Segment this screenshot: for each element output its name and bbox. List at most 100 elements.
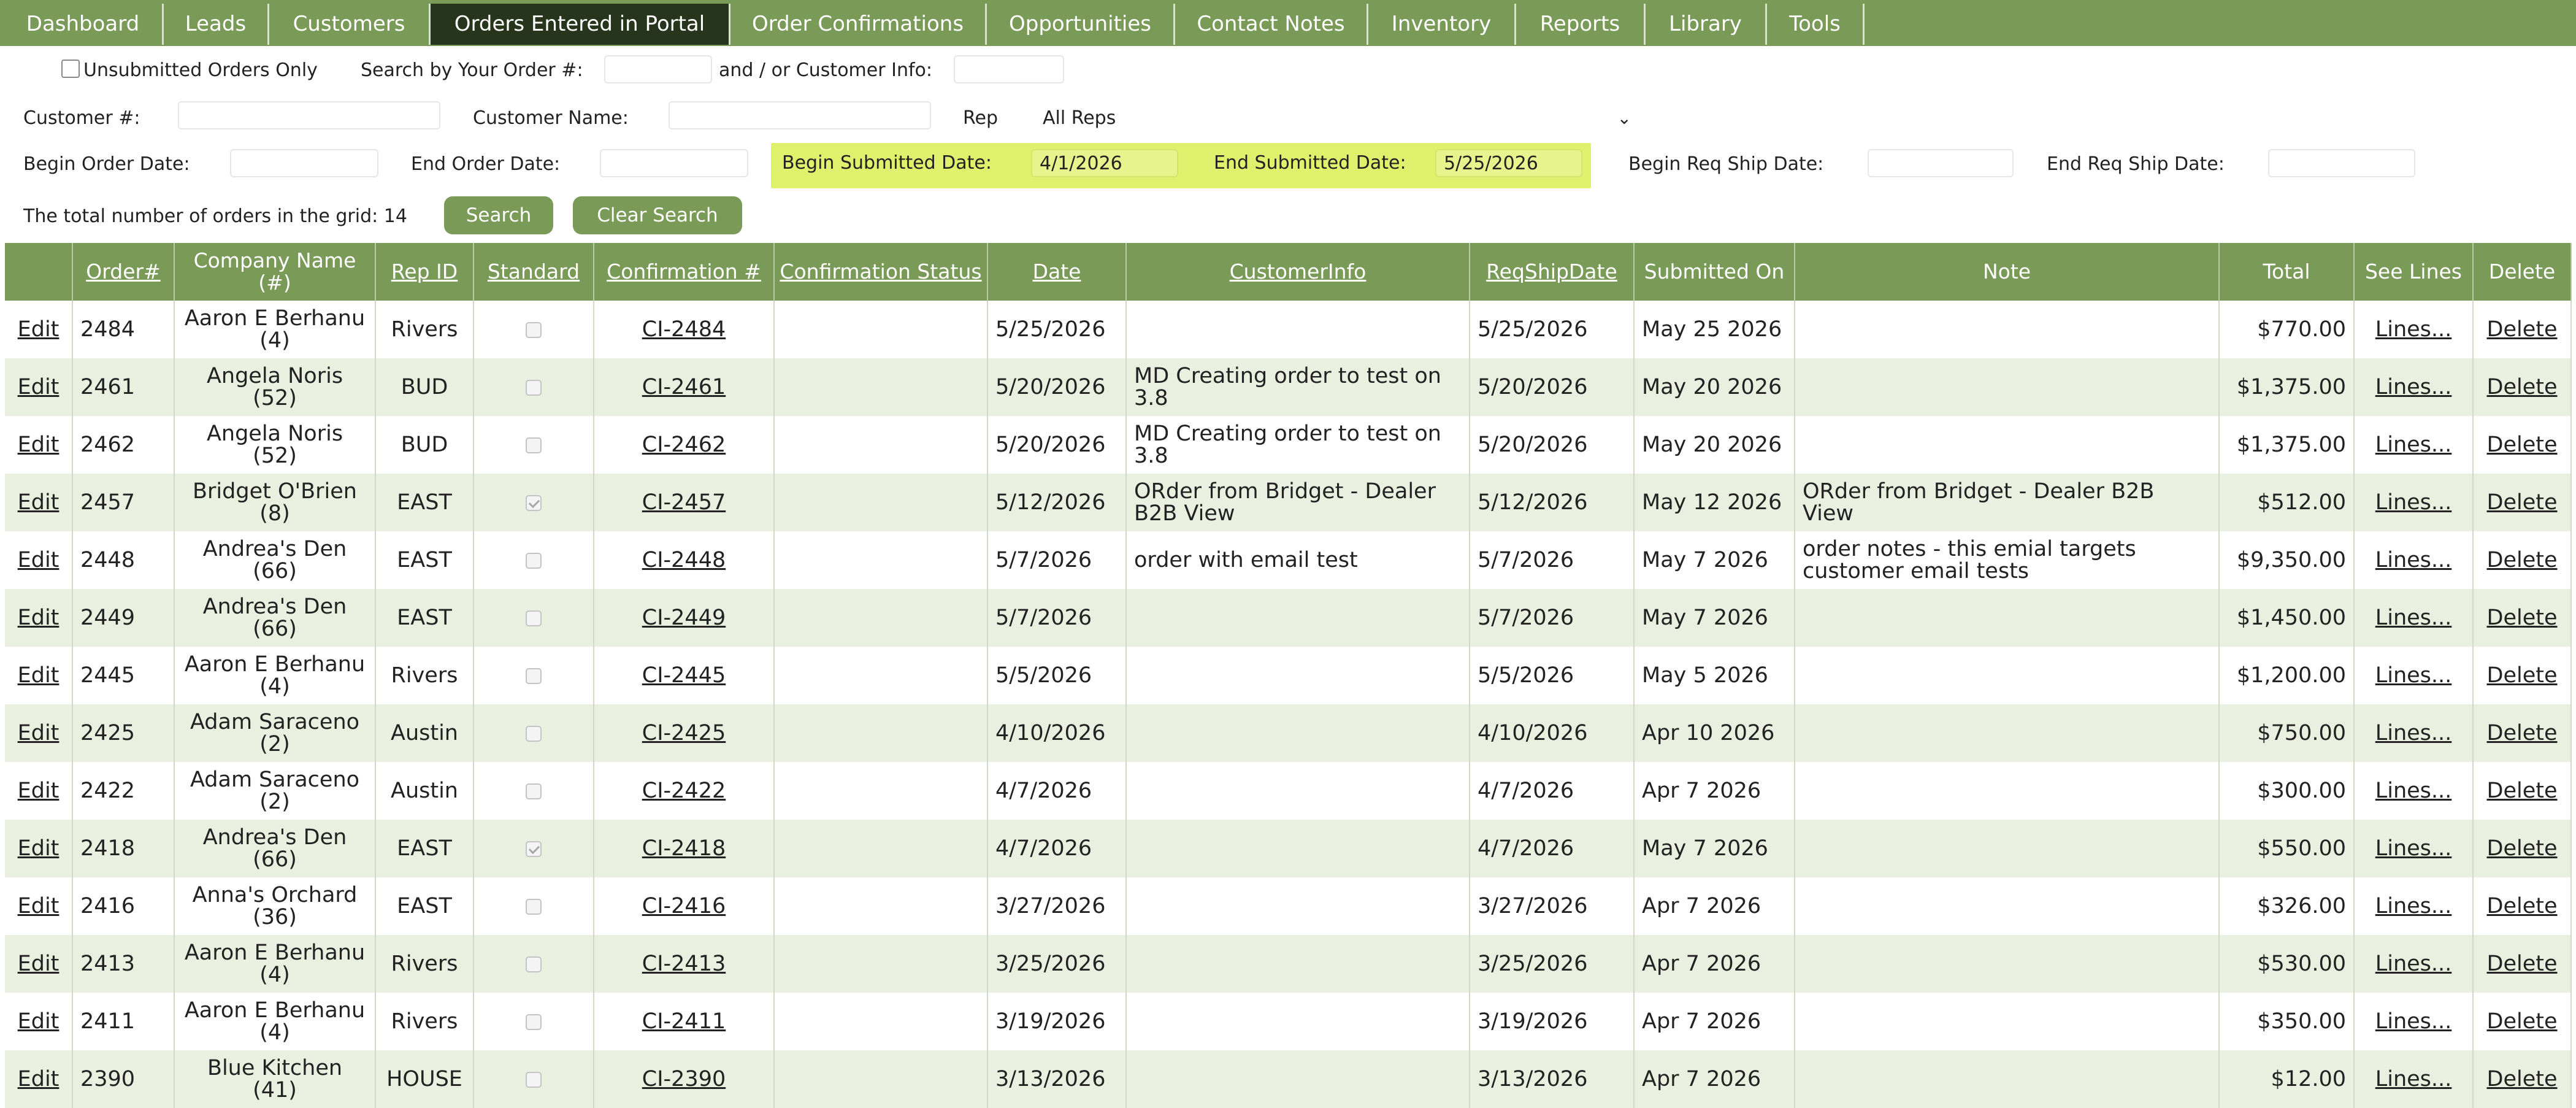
- tab-dashboard[interactable]: Dashboard: [4, 4, 164, 45]
- standard-checkbox[interactable]: [526, 668, 542, 684]
- standard-checkbox[interactable]: [526, 437, 542, 453]
- delete-link[interactable]: Delete: [2487, 490, 2558, 515]
- see-lines-link[interactable]: Lines...: [2375, 779, 2452, 803]
- confirmation-link[interactable]: CI-2413: [642, 952, 726, 976]
- edit-link[interactable]: Edit: [18, 1067, 59, 1091]
- confirmation-link[interactable]: CI-2411: [642, 1009, 726, 1034]
- header-confirmation-status[interactable]: Confirmation Status: [774, 243, 988, 301]
- confirmation-link[interactable]: CI-2457: [642, 490, 726, 515]
- delete-link[interactable]: Delete: [2487, 606, 2558, 630]
- confirmation-link[interactable]: CI-2445: [642, 663, 726, 688]
- see-lines-link[interactable]: Lines...: [2375, 952, 2452, 976]
- standard-checkbox[interactable]: [526, 322, 542, 338]
- see-lines-link[interactable]: Lines...: [2375, 721, 2452, 745]
- edit-link[interactable]: Edit: [18, 375, 59, 399]
- see-lines-link[interactable]: Lines...: [2375, 894, 2452, 918]
- header-confirmation[interactable]: Confirmation #: [594, 243, 775, 301]
- see-lines-link[interactable]: Lines...: [2375, 1009, 2452, 1034]
- begin-submitted-date-input[interactable]: [1031, 149, 1178, 177]
- customer-number-input[interactable]: [178, 101, 440, 129]
- edit-link[interactable]: Edit: [18, 952, 59, 976]
- rep-select[interactable]: All Reps ⌄: [1030, 102, 1643, 134]
- edit-link[interactable]: Edit: [18, 490, 59, 515]
- standard-checkbox[interactable]: [526, 495, 542, 511]
- confirmation-link[interactable]: CI-2422: [642, 779, 726, 803]
- delete-link[interactable]: Delete: [2487, 548, 2558, 572]
- search-button[interactable]: Search: [444, 196, 553, 234]
- customer-info-input[interactable]: [954, 55, 1064, 83]
- delete-link[interactable]: Delete: [2487, 663, 2558, 688]
- confirmation-link[interactable]: CI-2418: [642, 836, 726, 861]
- clear-search-button[interactable]: Clear Search: [573, 196, 742, 234]
- edit-link[interactable]: Edit: [18, 894, 59, 918]
- edit-link[interactable]: Edit: [18, 606, 59, 630]
- tab-customers[interactable]: Customers: [269, 4, 431, 45]
- confirmation-link[interactable]: CI-2390: [642, 1067, 726, 1091]
- delete-link[interactable]: Delete: [2487, 952, 2558, 976]
- header-date[interactable]: Date: [987, 243, 1127, 301]
- see-lines-link[interactable]: Lines...: [2375, 433, 2452, 457]
- begin-order-date-input[interactable]: [230, 149, 378, 177]
- unsubmitted-only-checkbox[interactable]: [61, 60, 80, 78]
- see-lines-link[interactable]: Lines...: [2375, 490, 2452, 515]
- standard-checkbox[interactable]: [526, 841, 542, 857]
- edit-link[interactable]: Edit: [18, 663, 59, 688]
- confirmation-link[interactable]: CI-2449: [642, 606, 726, 630]
- header-order[interactable]: Order#: [72, 243, 175, 301]
- delete-link[interactable]: Delete: [2487, 433, 2558, 457]
- header-rep-id[interactable]: Rep ID: [375, 243, 474, 301]
- standard-checkbox[interactable]: [526, 1072, 542, 1088]
- search-order-input[interactable]: [604, 55, 712, 83]
- header-reqship-date[interactable]: ReqShipDate: [1470, 243, 1635, 301]
- tab-leads[interactable]: Leads: [164, 4, 269, 45]
- end-order-date-input[interactable]: [600, 149, 748, 177]
- see-lines-link[interactable]: Lines...: [2375, 836, 2452, 861]
- end-submitted-date-input[interactable]: [1435, 149, 1582, 177]
- see-lines-link[interactable]: Lines...: [2375, 606, 2452, 630]
- see-lines-link[interactable]: Lines...: [2375, 548, 2452, 572]
- header-customer-info[interactable]: CustomerInfo: [1126, 243, 1470, 301]
- see-lines-link[interactable]: Lines...: [2375, 317, 2452, 342]
- customer-name-input[interactable]: [669, 101, 931, 129]
- tab-contact-notes[interactable]: Contact Notes: [1175, 4, 1368, 45]
- see-lines-link[interactable]: Lines...: [2375, 375, 2452, 399]
- delete-link[interactable]: Delete: [2487, 375, 2558, 399]
- confirmation-link[interactable]: CI-2416: [642, 894, 726, 918]
- standard-checkbox[interactable]: [526, 610, 542, 626]
- end-reqship-date-input[interactable]: [2268, 149, 2415, 177]
- edit-link[interactable]: Edit: [18, 721, 59, 745]
- edit-link[interactable]: Edit: [18, 1009, 59, 1034]
- tab-opportunities[interactable]: Opportunities: [987, 4, 1175, 45]
- confirmation-link[interactable]: CI-2448: [642, 548, 726, 572]
- tab-reports[interactable]: Reports: [1516, 4, 1646, 45]
- delete-link[interactable]: Delete: [2487, 721, 2558, 745]
- edit-link[interactable]: Edit: [18, 548, 59, 572]
- confirmation-link[interactable]: CI-2425: [642, 721, 726, 745]
- confirmation-link[interactable]: CI-2462: [642, 433, 726, 457]
- edit-link[interactable]: Edit: [18, 317, 59, 342]
- tab-library[interactable]: Library: [1646, 4, 1767, 45]
- edit-link[interactable]: Edit: [18, 433, 59, 457]
- delete-link[interactable]: Delete: [2487, 317, 2558, 342]
- begin-reqship-date-input[interactable]: [1868, 149, 2014, 177]
- delete-link[interactable]: Delete: [2487, 1067, 2558, 1091]
- see-lines-link[interactable]: Lines...: [2375, 1067, 2452, 1091]
- confirmation-link[interactable]: CI-2461: [642, 375, 726, 399]
- edit-link[interactable]: Edit: [18, 836, 59, 861]
- see-lines-link[interactable]: Lines...: [2375, 663, 2452, 688]
- standard-checkbox[interactable]: [526, 899, 542, 915]
- standard-checkbox[interactable]: [526, 380, 542, 396]
- delete-link[interactable]: Delete: [2487, 894, 2558, 918]
- edit-link[interactable]: Edit: [18, 779, 59, 803]
- delete-link[interactable]: Delete: [2487, 836, 2558, 861]
- tab-order-confirmations[interactable]: Order Confirmations: [730, 4, 987, 45]
- tab-orders-entered-in-portal[interactable]: Orders Entered in Portal: [431, 4, 730, 45]
- header-standard[interactable]: Standard: [473, 243, 594, 301]
- standard-checkbox[interactable]: [526, 783, 542, 799]
- standard-checkbox[interactable]: [526, 726, 542, 742]
- standard-checkbox[interactable]: [526, 956, 542, 972]
- standard-checkbox[interactable]: [526, 1014, 542, 1030]
- confirmation-link[interactable]: CI-2484: [642, 317, 726, 342]
- delete-link[interactable]: Delete: [2487, 1009, 2558, 1034]
- standard-checkbox[interactable]: [526, 553, 542, 569]
